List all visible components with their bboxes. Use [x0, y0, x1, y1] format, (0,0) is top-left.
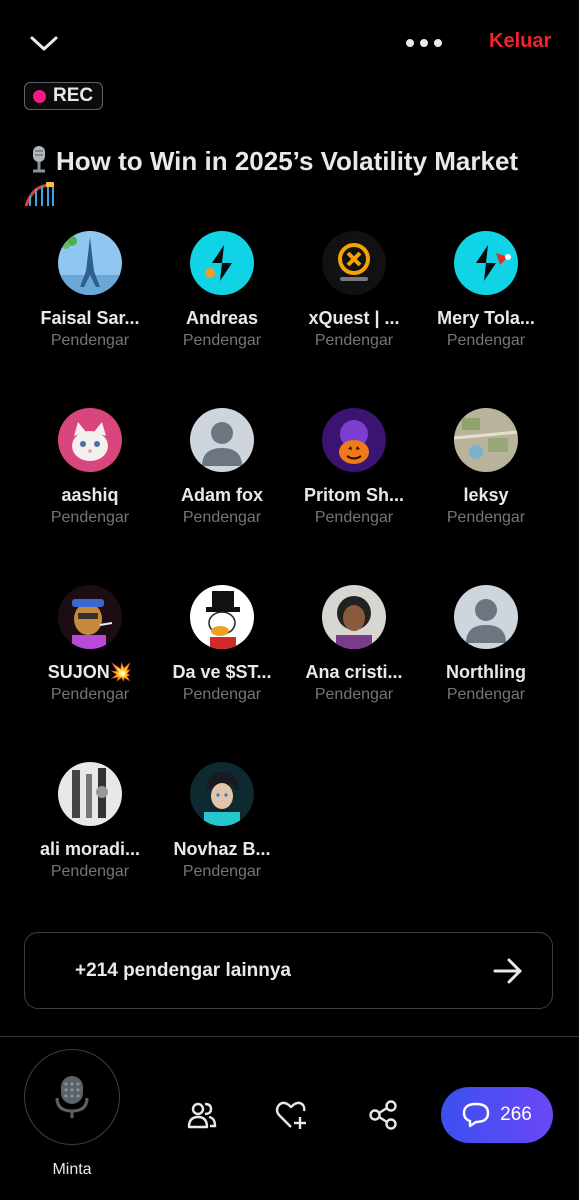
comments-button[interactable]: 266: [441, 1087, 553, 1143]
listener-card[interactable]: Da ve $ST... Pendengar: [156, 585, 288, 704]
listener-role: Pendengar: [446, 332, 526, 349]
avatar-duck-top-hat: [190, 585, 254, 649]
bottom-divider: [0, 1036, 579, 1037]
space-title-block: How to Win in 2025’s Volatility Market: [24, 144, 559, 208]
listener-name: Da ve $ST...: [172, 662, 272, 682]
top-bar: Keluar: [0, 0, 579, 88]
listener-card[interactable]: Northling Pendengar: [420, 585, 552, 704]
listener-card[interactable]: xQuest | ... Pendengar: [288, 231, 420, 350]
listener-name: Novhaz B...: [173, 839, 271, 859]
people-icon: [187, 1102, 217, 1129]
avatar-woman-photo: [322, 585, 386, 649]
listener-name: Northling: [446, 662, 526, 682]
listener-card[interactable]: Faisal Sar... Pendengar: [24, 231, 156, 350]
more-listeners-button[interactable]: +214 pendengar lainnya: [24, 932, 553, 1009]
avatar-orange-x-coin: [322, 231, 386, 295]
avatar-default-person: [454, 585, 518, 649]
react-button[interactable]: [275, 1098, 309, 1132]
leave-button[interactable]: Keluar: [489, 30, 551, 53]
listener-card[interactable]: SUJON💥 Pendengar: [24, 585, 156, 704]
listener-role: Pendengar: [314, 509, 394, 526]
listener-name: Faisal Sar...: [40, 308, 140, 328]
listener-role: Pendengar: [50, 509, 130, 526]
listener-card[interactable]: Novhaz B... Pendengar: [156, 762, 288, 881]
avatar-cyan-logo-coin: [190, 231, 254, 295]
listener-card[interactable]: Andreas Pendengar: [156, 231, 288, 350]
listener-card[interactable]: Pritom Sh... Pendengar: [288, 408, 420, 527]
listener-card[interactable]: Ana cristi... Pendengar: [288, 585, 420, 704]
heart-plus-icon: [275, 1101, 306, 1129]
avatar-halloween-pumpkin: [322, 408, 386, 472]
more-listeners-label: +214 pendengar lainnya: [75, 960, 291, 981]
arrow-right-icon: [493, 958, 522, 984]
microphone-icon: [55, 1076, 89, 1118]
listener-name: ali moradi...: [39, 839, 141, 859]
listener-role: Pendengar: [446, 509, 526, 526]
participants-button[interactable]: [185, 1098, 219, 1132]
more-options-button[interactable]: [402, 33, 446, 53]
roller-coaster-icon: [24, 182, 55, 207]
listener-role: Pendengar: [50, 863, 130, 880]
avatar-map-aerial: [454, 408, 518, 472]
listener-name: leksy: [463, 485, 509, 505]
listener-card[interactable]: ali moradi... Pendengar: [24, 762, 156, 881]
listener-name: Pritom Sh...: [303, 485, 404, 505]
chevron-down-icon: [30, 36, 58, 51]
space-title: How to Win in 2025’s Volatility Market: [24, 144, 559, 208]
avatar-white-kitten: [58, 408, 122, 472]
listener-name: SUJON💥: [47, 662, 133, 682]
comments-count: 266: [500, 1104, 532, 1125]
listener-role: Pendengar: [446, 686, 526, 703]
request-to-speak-button[interactable]: [24, 1049, 120, 1145]
request-label: Minta: [52, 1161, 92, 1178]
avatar-cyan-logo-hat: [454, 231, 518, 295]
listener-role: Pendengar: [182, 332, 262, 349]
listener-name: Ana cristi...: [305, 662, 403, 682]
listener-name: Adam fox: [180, 485, 263, 505]
avatar-bw-figures: [58, 762, 122, 826]
listener-role: Pendengar: [50, 686, 130, 703]
more-dots-icon: [406, 39, 442, 47]
listener-name: aashiq: [61, 485, 119, 505]
avatar-anime-boy: [190, 762, 254, 826]
share-icon: [369, 1100, 397, 1130]
listener-name: xQuest | ...: [308, 308, 400, 328]
avatar-ape-smoking: [58, 585, 122, 649]
comment-bubble-icon: [462, 1102, 490, 1128]
listener-role: Pendengar: [50, 332, 130, 349]
listener-card[interactable]: Mery Tola... Pendengar: [420, 231, 552, 350]
studio-microphone-icon: [33, 146, 45, 173]
listener-name: Mery Tola...: [437, 308, 535, 328]
avatar-eiffel-tower: [58, 231, 122, 295]
share-button[interactable]: [366, 1098, 400, 1132]
recording-label: REC: [53, 85, 94, 106]
listener-card[interactable]: Adam fox Pendengar: [156, 408, 288, 527]
listener-role: Pendengar: [314, 332, 394, 349]
listener-role: Pendengar: [182, 686, 262, 703]
listener-role: Pendengar: [182, 863, 262, 880]
space-title-text: How to Win in 2025’s Volatility Market: [56, 146, 519, 176]
collapse-chevron-button[interactable]: [26, 30, 62, 58]
recording-dot-icon: [33, 89, 46, 103]
listener-card[interactable]: leksy Pendengar: [420, 408, 552, 527]
listener-role: Pendengar: [182, 509, 262, 526]
listener-role: Pendengar: [314, 686, 394, 703]
avatar-default-person: [190, 408, 254, 472]
listener-name: Andreas: [185, 308, 259, 328]
listener-card[interactable]: aashiq Pendengar: [24, 408, 156, 527]
recording-badge: REC: [24, 82, 104, 110]
